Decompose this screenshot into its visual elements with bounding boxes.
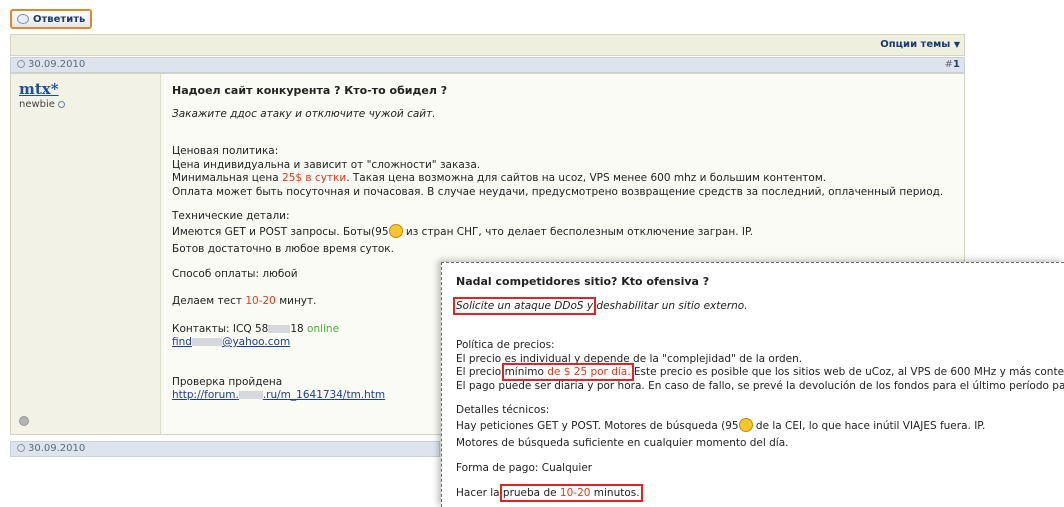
reply-button[interactable]: Ответить: [10, 9, 92, 29]
overlay-intro-rest: deshabilitar un sitio externo.: [593, 299, 748, 312]
overlay-intro: Solicite un ataque DDoS y deshabilitar u…: [452, 296, 1064, 315]
contacts-mid: 18: [290, 322, 308, 335]
clock-icon: [17, 444, 25, 452]
reply-button-label: Ответить: [33, 13, 86, 25]
user-rank: newbie: [19, 99, 152, 110]
next-post-header: 30.09.2010: [10, 441, 440, 457]
overlay-test-pre: Hacer la: [456, 487, 503, 499]
overlay-pricing-header: Política de precios:: [456, 339, 555, 351]
post-intro: Закажите ддос атаку и отключите чужой са…: [172, 107, 436, 120]
overlay-test-highlight: prueba de 10-20 minutos.: [499, 484, 643, 502]
overlay-title: Nadal competidores sitio? Kto ofensiva ?: [456, 275, 710, 288]
clock-icon: [17, 60, 25, 68]
overlay-test-word: prueba de: [502, 487, 560, 499]
speech-bubble-icon: [17, 14, 29, 24]
overlay-price-highlight: mínimo de $ 25 por día.: [501, 363, 634, 381]
overlay-test-line: Hacer la prueba de 10-20 minutos.: [456, 484, 1064, 502]
test-line-post: минут.: [275, 295, 317, 307]
overlay-price-word: mínimo: [504, 366, 548, 378]
caret-down-icon: ▼: [953, 40, 960, 49]
post-header: 30.09.2010 #1: [10, 57, 965, 73]
overlay-price-value: de $ 25 por día.: [547, 366, 631, 378]
translation-overlay: Nadal competidores sitio? Kto ofensiva ?…: [441, 262, 1064, 507]
username-link[interactable]: mtx*: [19, 80, 152, 98]
pricing-line-2-post: . Такая цена возможна для сайтов на ucoz…: [346, 172, 827, 184]
post-number-value: 1: [953, 59, 960, 70]
overlay-tech-line-1: Hay peticiones GET y POST. Motores de bú…: [456, 417, 1064, 434]
pricing-price: 25$ в сутки: [282, 172, 347, 184]
overlay-tech-header: Detalles técnicos:: [456, 404, 550, 416]
post-number[interactable]: #1: [945, 58, 960, 72]
smiley-icon: [738, 417, 753, 432]
overlay-payment: Forma de pago: Cualquier: [456, 461, 593, 474]
post-title: Надоел сайт конкурента ? Кто-то обидел ?: [172, 84, 448, 97]
smiley-icon: [388, 223, 403, 238]
pricing-header: Ценовая политика:: [172, 145, 279, 157]
overlay-pricing-line-2: El precio mínimo de $ 25 por día. Este p…: [456, 363, 1064, 381]
tech-line-1-pre: Имеются GET и POST запросы. Боты(95: [172, 225, 389, 238]
overlay-tech-line-2: Motores de búsqueda suficiente en cualqu…: [456, 437, 789, 449]
pricing-line-1: Цена индивидуальна и зависит от "сложнос…: [172, 158, 481, 171]
overlay-tech-line-1-pre: Hay peticiones GET y POST. Motores de bú…: [456, 419, 739, 432]
user-menu-icon[interactable]: [58, 101, 66, 108]
thread-options-label: Опции темы: [880, 39, 951, 50]
redacted-block: [191, 338, 222, 346]
link-post: .ru/m_1641734/tm.htm: [262, 389, 386, 401]
pricing-line-3: Оплата может быть посуточная и почасовая…: [172, 185, 944, 198]
redacted-block: [238, 391, 263, 399]
email-post: @yahoo.com: [221, 336, 291, 348]
post-date: 30.09.2010: [28, 59, 86, 70]
post-number-prefix: #: [944, 59, 954, 70]
pricing-line-2-pre: Минимальная цена: [172, 172, 283, 184]
user-info: mtx* newbie: [11, 74, 161, 434]
thread-options-menu[interactable]: Опции темы ▼: [880, 39, 960, 50]
contacts-pre: Контакты: ICQ 58: [172, 322, 269, 335]
test-line-pre: Делаем тест: [172, 295, 246, 307]
tech-line-1-post: из стран СНГ, что делает бесполезным отк…: [402, 225, 754, 238]
pricing-line-2: Минимальная цена 25$ в сутки. Такая цена…: [172, 172, 954, 186]
email-pre: find: [172, 336, 192, 348]
offline-status-icon: [19, 416, 29, 426]
next-post-date: 30.09.2010: [28, 443, 86, 454]
overlay-pricing-line-3: El pago puede ser diaria y por hora. En …: [456, 379, 1064, 392]
overlay-pricing-line-2-post: Este precio es posible que los sitios we…: [630, 366, 1064, 378]
overlay-pricing-line-2-pre: El precio: [456, 366, 505, 378]
test-duration: 10-20: [245, 295, 276, 307]
user-rank-label: newbie: [19, 99, 55, 110]
overlay-intro-highlight: Solicite un ataque DDoS y: [452, 296, 597, 315]
overlay-tech-line-1-post: de la CEI, lo que hace inútil VIAJES fue…: [752, 419, 986, 432]
tech-header: Технические детали:: [172, 210, 290, 222]
link-pre: http://forum.: [172, 389, 239, 401]
tech-line-1: Имеются GET и POST запросы. Боты(95 из с…: [172, 223, 954, 240]
online-status: online: [307, 322, 340, 335]
tech-line-2: Ботов достаточно в любое время суток.: [172, 243, 394, 255]
overlay-test-unit: minutos.: [590, 487, 640, 499]
overlay-pricing-line-1: El precio es individual y depende de la …: [456, 352, 803, 365]
thread-options-bar: Опции темы ▼: [10, 34, 965, 56]
redacted-block: [268, 324, 291, 333]
overlay-test-value: 10-20: [559, 487, 591, 499]
